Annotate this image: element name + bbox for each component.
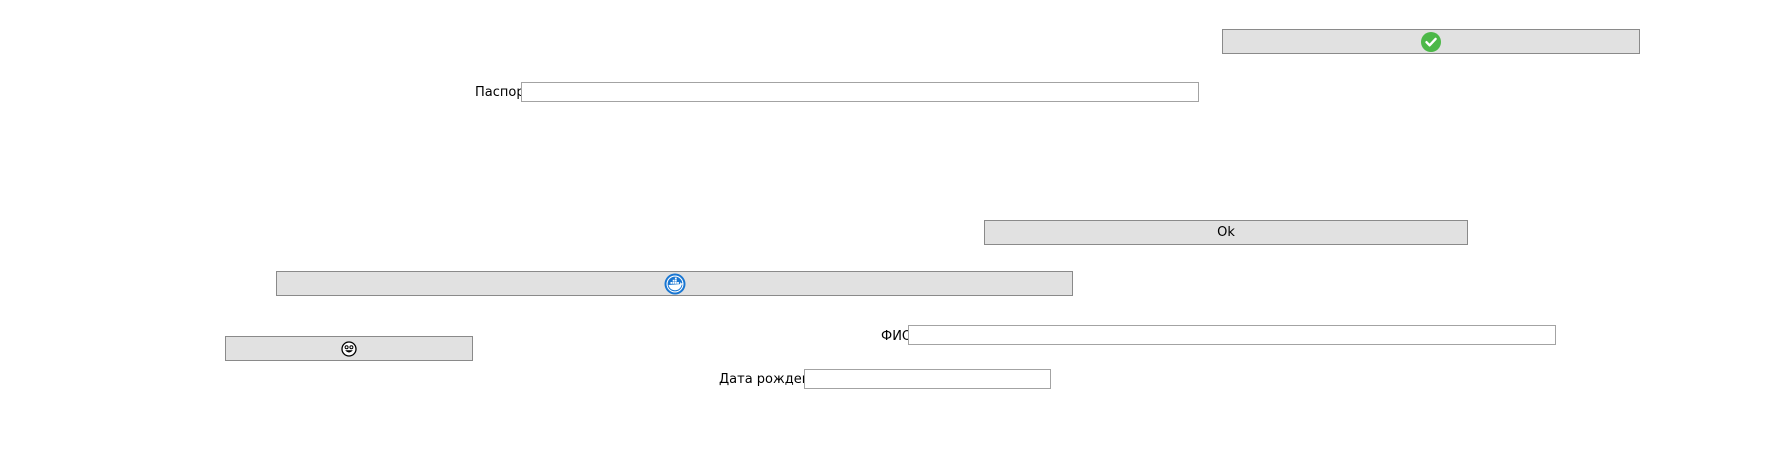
smiley-face-icon (341, 340, 357, 357)
ok-button-label: Ok (1217, 225, 1235, 240)
form-canvas: Паспорт Ok ФИО Дата рождения (0, 0, 1791, 463)
birth-date-input[interactable] (804, 369, 1051, 389)
smiley-button[interactable] (225, 336, 473, 361)
docker-button[interactable] (276, 271, 1073, 296)
docker-whale-icon (664, 273, 686, 295)
fio-input[interactable] (908, 325, 1556, 345)
confirm-button[interactable] (1222, 29, 1640, 54)
passport-input[interactable] (521, 82, 1199, 102)
ok-button[interactable]: Ok (984, 220, 1468, 245)
checkmark-icon (1421, 31, 1441, 52)
